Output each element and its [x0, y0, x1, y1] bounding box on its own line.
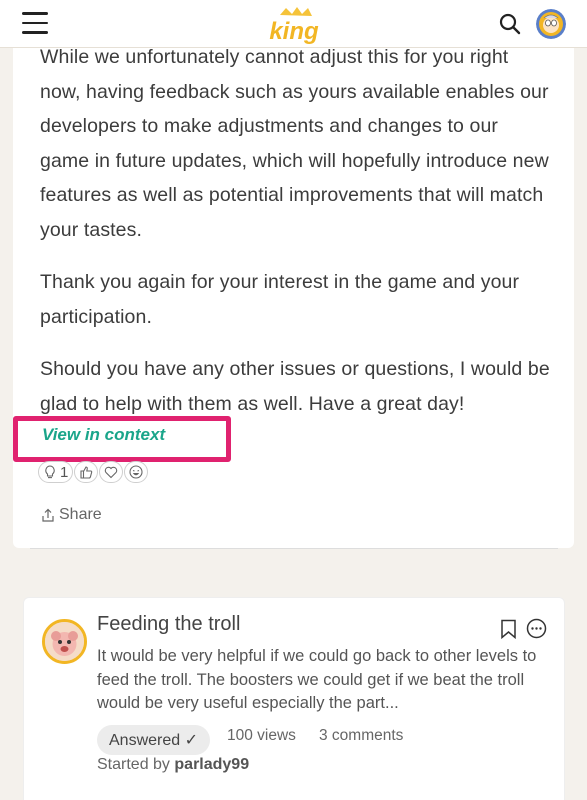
- lightbulb-count: 1: [60, 463, 69, 481]
- post-paragraph-2: Thank you again for your interest in the…: [40, 271, 520, 328]
- thread-author-avatar[interactable]: [42, 619, 87, 664]
- search-icon[interactable]: [498, 12, 522, 36]
- share-button[interactable]: Share: [41, 506, 102, 524]
- thumbs-up-icon: [80, 466, 93, 479]
- laugh-reaction-button[interactable]: [124, 461, 149, 483]
- heart-reaction-button[interactable]: [99, 461, 124, 483]
- view-in-context-link[interactable]: View in context: [42, 425, 165, 445]
- comment-count[interactable]: 3 comments: [319, 727, 403, 745]
- author-name[interactable]: parlady99: [174, 756, 249, 773]
- lightbulb-reaction-button[interactable]: 1: [38, 461, 74, 483]
- bookmark-icon[interactable]: [500, 619, 517, 640]
- share-icon: [42, 508, 54, 522]
- lightbulb-icon: [45, 465, 55, 479]
- user-avatar[interactable]: [536, 9, 566, 39]
- heart-icon: [105, 466, 118, 479]
- thread-card[interactable]: Feeding the troll It would be very helpf…: [23, 597, 565, 800]
- svg-text:king: king: [269, 18, 319, 44]
- post-paragraph-1: While we unfortunately cannot adjust thi…: [40, 46, 549, 241]
- thread-excerpt: It would be very helpful if we could go …: [97, 647, 537, 712]
- king-logo[interactable]: king: [262, 6, 326, 45]
- started-by: Started by parlady99: [97, 756, 249, 774]
- divider: [30, 548, 558, 549]
- more-options-icon[interactable]: [526, 618, 547, 639]
- post-card: While we unfortunately cannot adjust thi…: [13, 40, 574, 548]
- thumbs-up-reaction-button[interactable]: [74, 461, 99, 483]
- share-label: Share: [59, 506, 102, 523]
- answered-status-badge: Answered ✓: [97, 725, 210, 755]
- hamburger-menu-icon[interactable]: [22, 12, 48, 34]
- top-bar: king: [0, 0, 587, 48]
- reaction-bar: 1: [38, 461, 149, 485]
- post-paragraph-3: Should you have any other issues or ques…: [40, 358, 550, 415]
- laugh-icon: [129, 465, 143, 479]
- started-by-label: Started by: [97, 756, 170, 773]
- thread-title[interactable]: Feeding the troll: [97, 613, 240, 636]
- view-count: 100 views: [227, 727, 296, 744]
